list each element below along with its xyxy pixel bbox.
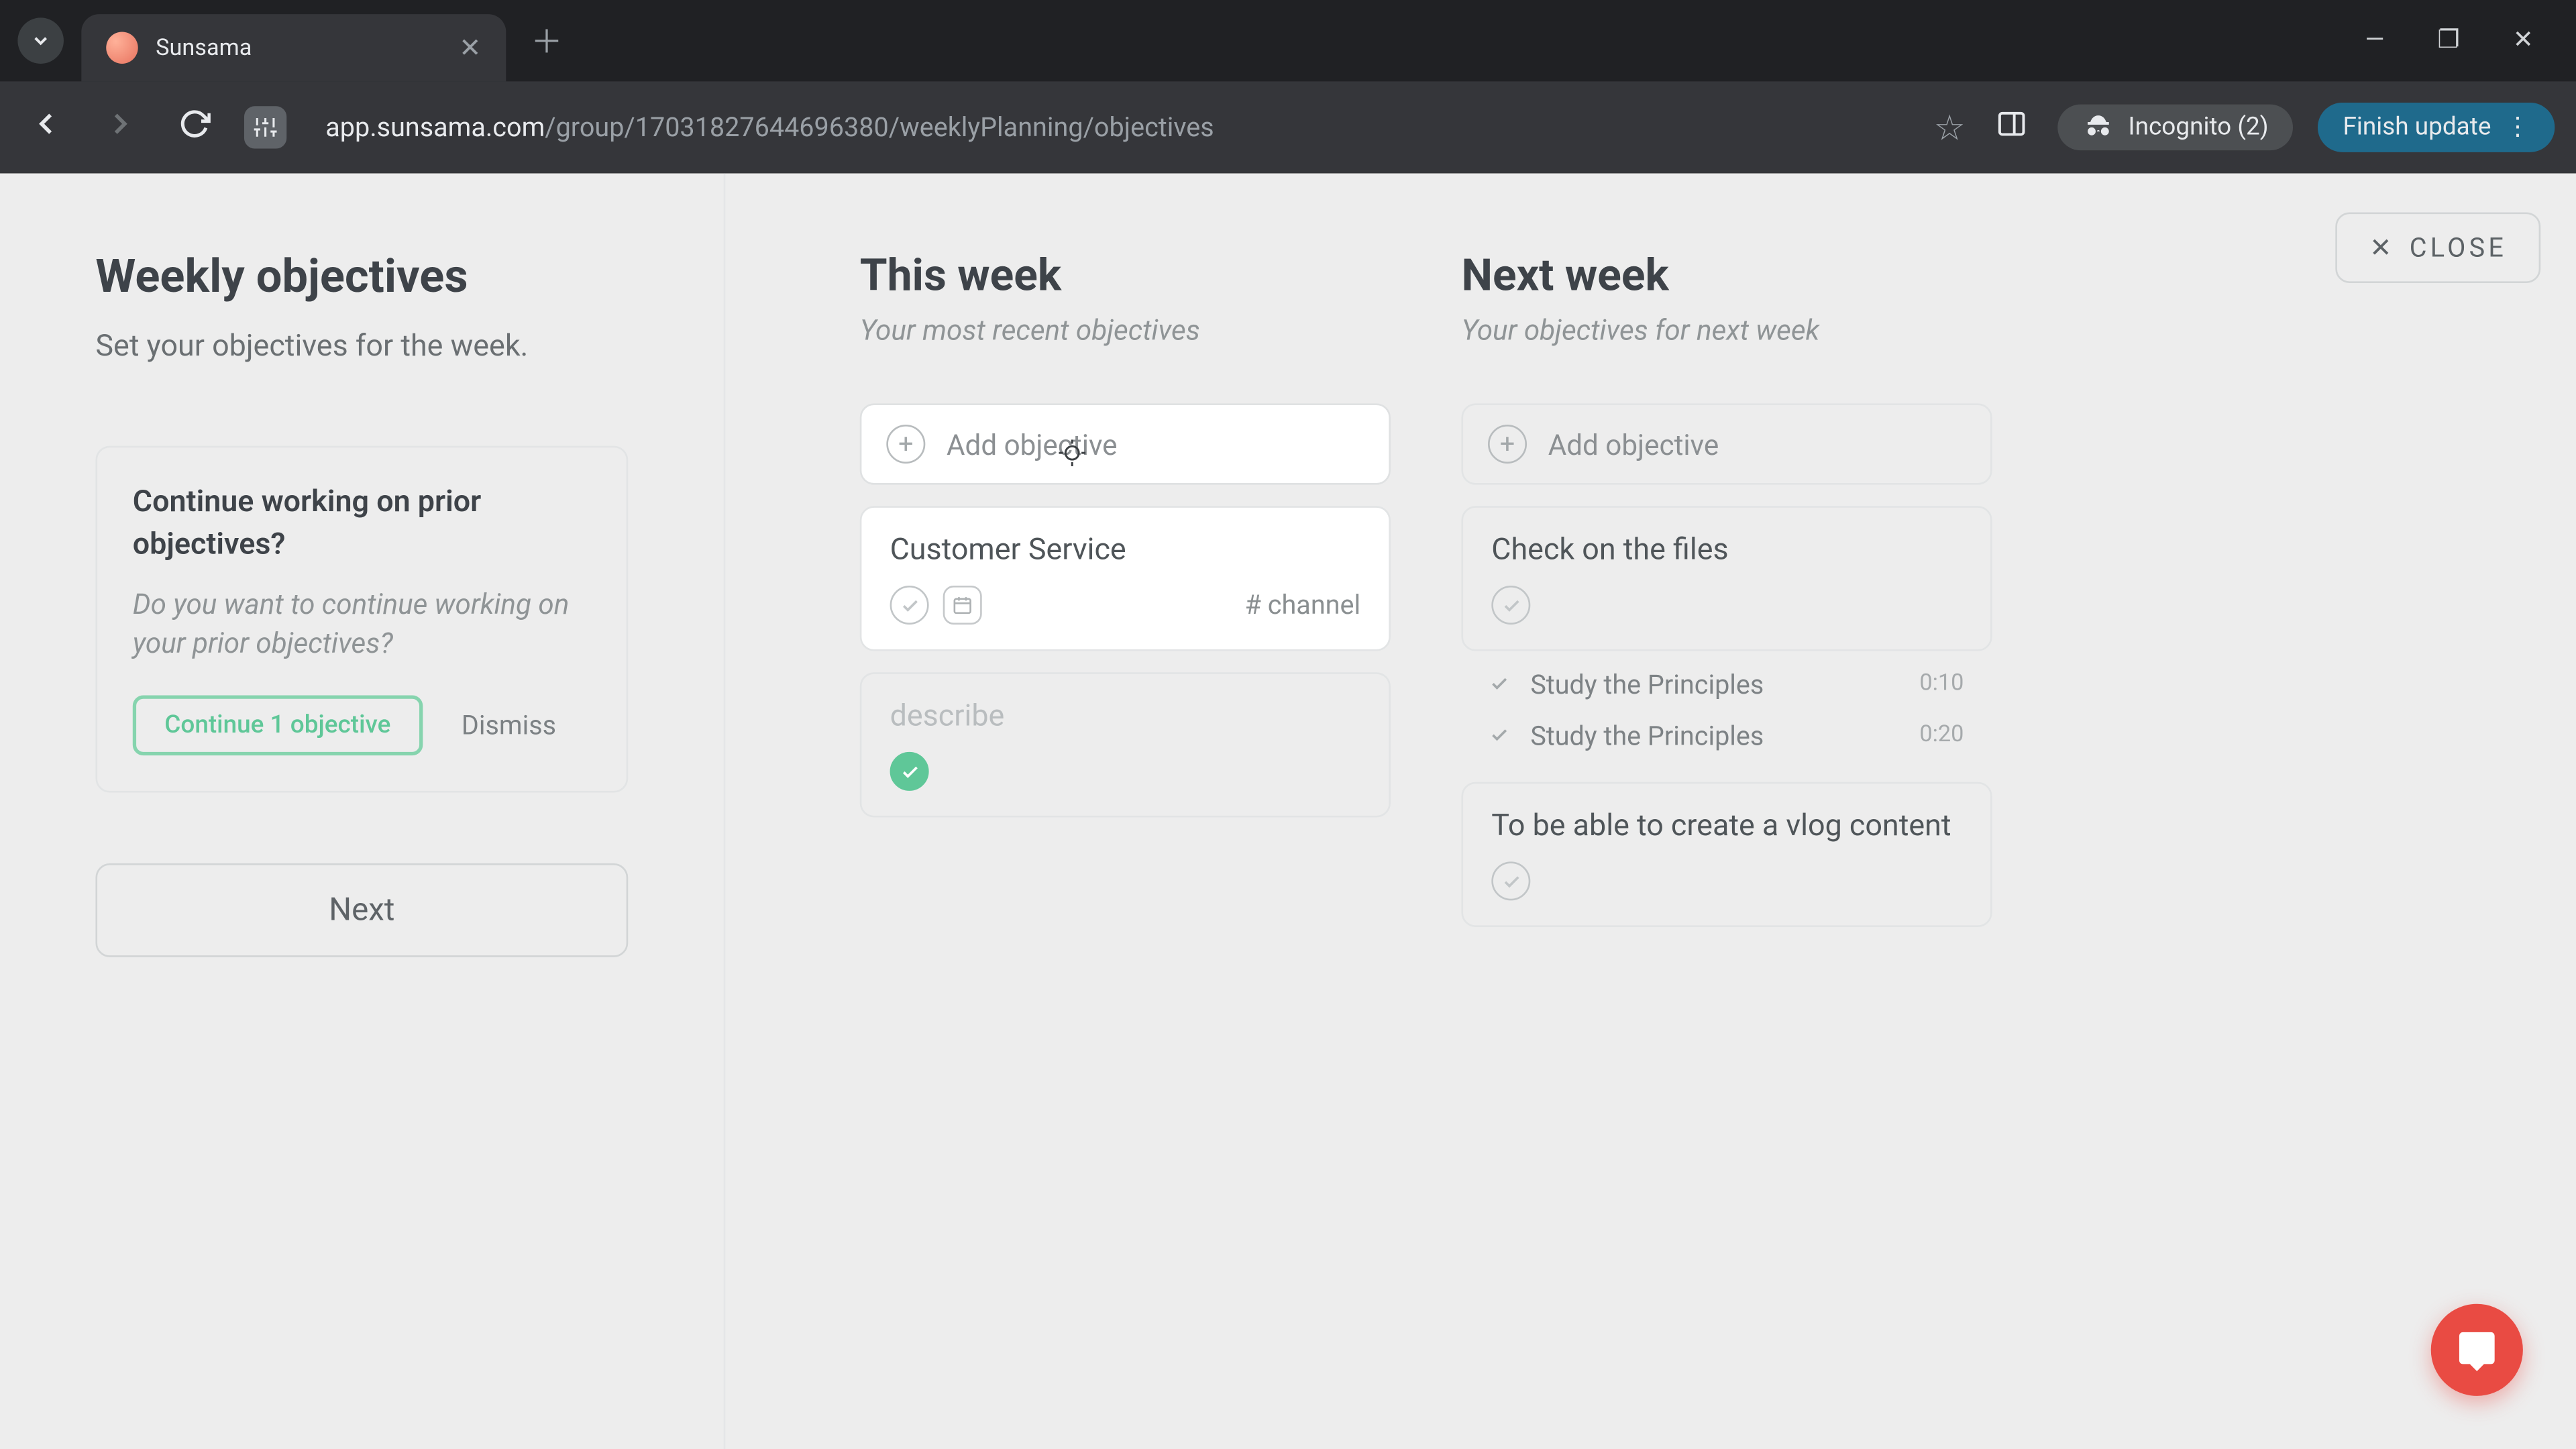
- add-objective-label: Add objective: [1548, 427, 1719, 461]
- forward-button[interactable]: [95, 106, 145, 148]
- sidebar: Weekly objectives Set your objectives fo…: [0, 173, 725, 1449]
- sunsama-favicon: [106, 32, 138, 63]
- complete-toggle[interactable]: [1491, 586, 1530, 625]
- window-controls: ― ❐ ✕: [2365, 27, 2559, 55]
- prompt-desc: Do you want to continue working on your …: [133, 585, 591, 664]
- subtask-row[interactable]: Study the Principles 0:20: [1461, 710, 1992, 761]
- prompt-title: Continue working on prior objectives?: [133, 483, 591, 568]
- card-title: Customer Service: [890, 533, 1361, 568]
- url-text: app.sunsama.com/group/17031827644696380/…: [325, 111, 1214, 143]
- address-bar[interactable]: app.sunsama.com/group/17031827644696380/…: [311, 111, 1909, 143]
- subtask-list: Study the Principles 0:10 Study the Prin…: [1461, 658, 1992, 761]
- complete-toggle[interactable]: [890, 586, 929, 625]
- check-icon: [1490, 667, 1509, 700]
- column-title: This week: [860, 252, 1391, 303]
- card-title: To be able to create a vlog content: [1491, 808, 1962, 844]
- column-next-week: Next week Your objectives for next week …: [1461, 252, 1992, 1449]
- finish-update-label: Finish update: [2343, 113, 2491, 142]
- reload-button[interactable]: [170, 108, 219, 147]
- browser-tabbar: Sunsama ✕ ＋ ― ❐ ✕: [0, 0, 2576, 81]
- close-label: CLOSE: [2410, 231, 2507, 263]
- column-subtitle: Your objectives for next week: [1461, 313, 1992, 347]
- complete-toggle[interactable]: [890, 752, 929, 791]
- plus-icon: +: [1488, 425, 1527, 464]
- subtask-label: Study the Principles: [1530, 668, 1898, 700]
- subtask-label: Study the Principles: [1530, 719, 1898, 751]
- continue-objectives-button[interactable]: Continue 1 objective: [133, 696, 423, 756]
- menu-dots-icon: ⋮: [2506, 113, 2530, 142]
- column-subtitle: Your most recent objectives: [860, 313, 1391, 347]
- objective-card[interactable]: Customer Service # channel: [860, 506, 1391, 651]
- objective-card[interactable]: To be able to create a vlog content: [1461, 782, 1992, 927]
- plus-icon: +: [886, 425, 925, 464]
- prior-objectives-card: Continue working on prior objectives? Do…: [95, 446, 628, 794]
- date-icon[interactable]: [943, 586, 982, 625]
- add-objective-label: Add objective: [947, 427, 1118, 461]
- complete-toggle[interactable]: [1491, 861, 1530, 900]
- intercom-launcher[interactable]: [2431, 1304, 2523, 1396]
- next-button[interactable]: Next: [95, 864, 628, 958]
- close-tab-icon[interactable]: ✕: [459, 32, 481, 63]
- card-title: describe: [890, 699, 1361, 735]
- column-title: Next week: [1461, 252, 1992, 303]
- close-planning-button[interactable]: ✕ CLOSE: [2336, 212, 2540, 282]
- add-objective-button[interactable]: + Add objective: [1461, 403, 1992, 484]
- close-icon: ✕: [2369, 231, 2395, 263]
- board: This week Your most recent objectives + …: [725, 173, 2576, 1449]
- app-viewport: ✕ CLOSE Weekly objectives Set your objec…: [0, 173, 2576, 1449]
- next-label: Next: [329, 892, 394, 929]
- site-settings-button[interactable]: [244, 106, 286, 148]
- incognito-indicator[interactable]: Incognito (2): [2057, 105, 2294, 151]
- add-objective-button[interactable]: + Add objective: [860, 403, 1391, 484]
- dismiss-button[interactable]: Dismiss: [462, 710, 556, 742]
- subtask-time: 0:20: [1919, 722, 1964, 749]
- column-this-week: This week Your most recent objectives + …: [860, 252, 1391, 1449]
- sidepanel-icon[interactable]: [1990, 108, 2033, 147]
- subtask-row[interactable]: Study the Principles 0:10: [1461, 658, 1992, 709]
- tab-search-button[interactable]: [17, 17, 64, 64]
- finish-update-button[interactable]: Finish update ⋮: [2318, 103, 2555, 152]
- page-title: Weekly objectives: [95, 252, 628, 305]
- incognito-label: Incognito (2): [2129, 113, 2269, 142]
- maximize-button[interactable]: ❐: [2438, 27, 2460, 55]
- check-icon: [1490, 718, 1509, 752]
- minimize-button[interactable]: ―: [2365, 27, 2385, 55]
- browser-tab[interactable]: Sunsama ✕: [81, 14, 506, 81]
- channel-tag[interactable]: # channel: [1245, 589, 1361, 621]
- subtask-time: 0:10: [1919, 671, 1964, 698]
- new-tab-button[interactable]: ＋: [531, 17, 562, 64]
- objective-card[interactable]: Check on the files: [1461, 506, 1992, 651]
- browser-toolbar: app.sunsama.com/group/17031827644696380/…: [0, 81, 2576, 173]
- back-button[interactable]: [21, 106, 71, 148]
- bookmark-star-icon[interactable]: ☆: [1934, 106, 1966, 148]
- tab-title: Sunsama: [156, 34, 441, 61]
- card-title: Check on the files: [1491, 533, 1962, 568]
- page-subtitle: Set your objectives for the week.: [95, 329, 628, 365]
- close-window-button[interactable]: ✕: [2513, 27, 2534, 55]
- objective-card[interactable]: describe: [860, 672, 1391, 817]
